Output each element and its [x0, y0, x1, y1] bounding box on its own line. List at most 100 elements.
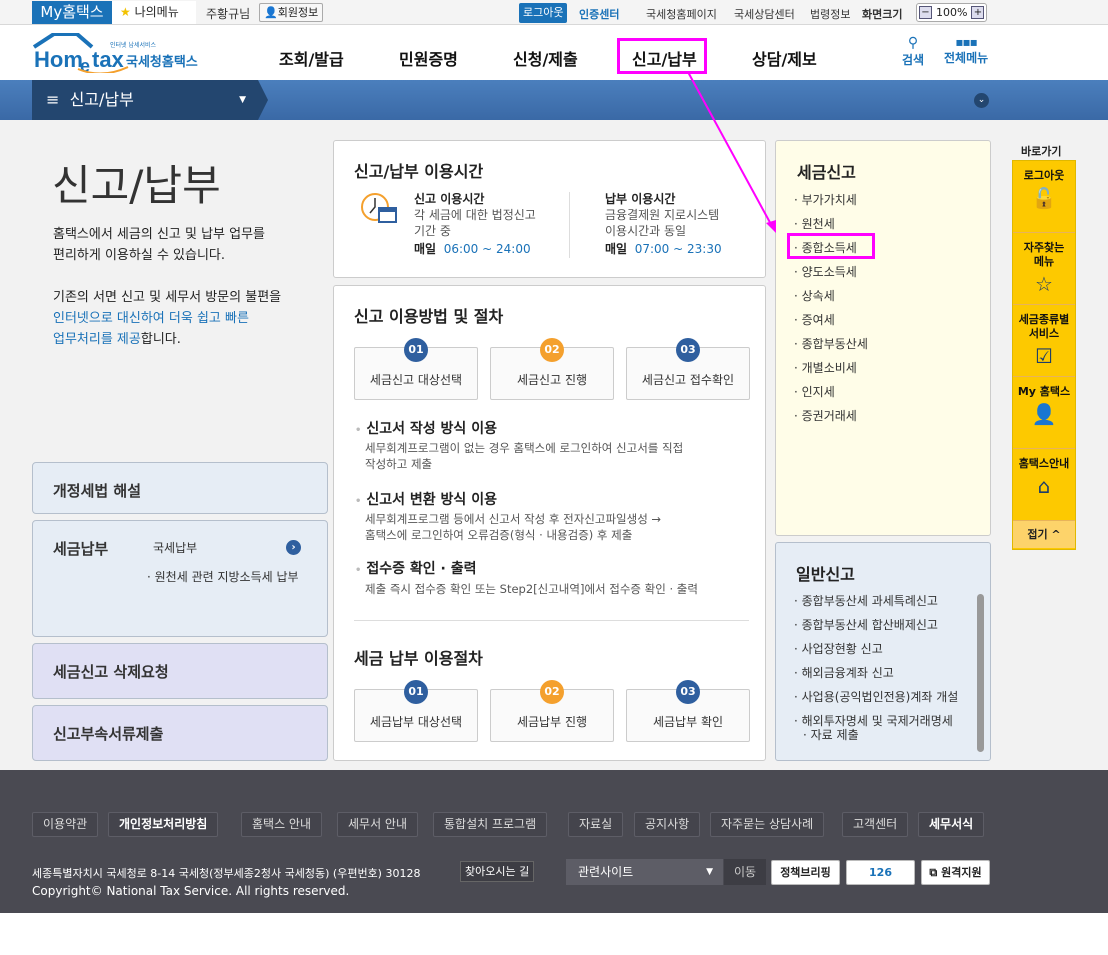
go-button[interactable]: 이동 [724, 859, 766, 885]
sub-nav-current: 신고/납부 [69, 90, 134, 109]
method-title: 접수증 확인 · 출력 [355, 558, 476, 578]
footer-link[interactable]: 개인정보처리방침 [108, 812, 219, 837]
general-report-panel: 일반신고 종합부동산세 과세특례신고 종합부동산세 합산배제신고 사업장현황 신… [775, 542, 991, 761]
divider [354, 620, 749, 621]
chevron-right-icon[interactable]: › [286, 540, 301, 555]
scrollbar[interactable] [977, 594, 984, 752]
related-sites-select[interactable]: 관련사이트 ▼ [566, 859, 723, 885]
tax-item-securities[interactable]: 증권거래세 [794, 407, 868, 431]
find-way-button[interactable]: 찾아오시는 길 [460, 861, 535, 882]
logo-subtitle: 국세청홈택스 [126, 55, 198, 70]
method-title: 신고서 변환 방식 이용 [355, 489, 497, 509]
quick-my-hometax[interactable]: My 홈택스 👤 [1013, 377, 1075, 449]
pay-step-2[interactable]: 02 세금납부 진행 [490, 680, 614, 742]
quick-title: 바로가기 [1021, 145, 1062, 158]
expand-chevron-icon[interactable]: ⌄ [974, 93, 989, 108]
nav-certificates[interactable]: 민원증명 [399, 46, 458, 70]
clock-calendar-icon [359, 191, 399, 229]
report-step-2[interactable]: 02 세금신고 진행 [490, 338, 614, 400]
report-time: 06:00 ~ 24:00 [443, 242, 531, 256]
zoom-control: − 100% + [916, 3, 988, 22]
footer-link[interactable]: 세무서식 [918, 812, 985, 837]
method-title: 신고서 작성 방식 이용 [355, 418, 497, 438]
cert-center-link[interactable]: 인증센터 [579, 6, 619, 22]
tax-item-gift[interactable]: 증여세 [794, 311, 868, 335]
nav-application[interactable]: 신청/제출 [513, 46, 578, 70]
pay-step-3[interactable]: 03 세금납부 확인 [626, 680, 750, 742]
highlight-box-nav [617, 38, 707, 74]
delete-report-request-box[interactable]: 세금신고 삭제요청 [32, 643, 328, 699]
footer-link[interactable]: 세무서 안내 [337, 812, 419, 837]
remote-support-button[interactable]: ⧉ 원격지원 [921, 860, 990, 885]
report-step-1[interactable]: 01 세금신고 대상선택 [354, 338, 478, 400]
page-description-1: 홈택스에서 세금의 신고 및 납부 업무를 편리하게 이용하실 수 있습니다. [53, 224, 265, 266]
general-item[interactable]: 종합부동산세 과세특례신고 [794, 592, 958, 616]
attachment-submit-box[interactable]: 신고부속서류제출 [32, 705, 328, 761]
footer-link[interactable]: 통합설치 프로그램 [433, 812, 548, 837]
quick-frequent-menu[interactable]: 자주찾는 메뉴 ☆ [1013, 233, 1075, 305]
member-info-label: 회원정보 [277, 6, 319, 19]
my-hometax-button[interactable]: My홈택스 [32, 1, 112, 24]
sub-nav-dropdown[interactable]: ≡ 신고/납부 ▼ [32, 80, 258, 120]
page-description-2: 기존의 서면 신고 및 세무서 방문의 불편을 인터넷으로 대신하여 더욱 쉽고 … [53, 287, 281, 350]
daily-label: 매일 [605, 242, 628, 256]
nav-inquiry[interactable]: 조회/발급 [279, 46, 344, 70]
address: 세종특별자치시 국세청로 8-14 국세청(정부세종2청사 국세청동) (우편번… [32, 867, 421, 880]
caret-down-icon: ▼ [706, 867, 713, 877]
tax-126-banner[interactable]: 126 [846, 860, 915, 885]
page-title: 신고/납부 [52, 161, 221, 210]
step-badge: 02 [540, 680, 564, 704]
national-tax-payment-link[interactable]: 국세납부 [153, 539, 197, 556]
nts-counsel-link[interactable]: 국세상담센터 [734, 6, 795, 22]
my-menu-button[interactable]: ★ 나의메뉴 [112, 1, 196, 24]
desc-line: 업무처리를 제공 [53, 332, 141, 347]
policy-briefing-banner[interactable]: 정책브리핑 [771, 860, 840, 885]
general-item[interactable]: 사업장현황 신고 [794, 640, 958, 664]
quick-logout[interactable]: 로그아웃 🔓 [1013, 161, 1075, 233]
member-info-button[interactable]: 👤회원정보 [259, 3, 324, 22]
general-item-continued[interactable]: 자료 제출 [794, 726, 958, 750]
tax-item-excise[interactable]: 개별소비세 [794, 359, 868, 383]
law-info-link[interactable]: 법령정보 [810, 6, 850, 22]
link-label: 국세납부 [153, 541, 198, 555]
general-item[interactable]: 해외투자명세 및 국제거래명세 [794, 712, 958, 728]
pay-step-1[interactable]: 01 세금납부 대상선택 [354, 680, 478, 742]
desc-line: 세무회계프로그램이 없는 경우 홈택스에 로그인하여 신고서를 직접 [365, 441, 684, 455]
footer-link[interactable]: 이용약관 [32, 812, 99, 837]
tax-item-stamp[interactable]: 인지세 [794, 383, 868, 407]
footer-link[interactable]: 자주묻는 상담사례 [710, 812, 825, 837]
usage-hours-title: 신고/납부 이용시간 [354, 162, 484, 181]
tax-item-vat[interactable]: 부가가치세 [794, 191, 868, 215]
logout-button[interactable]: 로그아웃 [519, 3, 568, 23]
general-item[interactable]: 해외금융계좌 신고 [794, 664, 958, 688]
quick-fold-button[interactable]: 접기 ^ [1013, 521, 1075, 548]
step-badge: 01 [404, 680, 428, 704]
quick-tax-type-service[interactable]: 세금종류별 서비스 ☑ [1013, 305, 1075, 377]
quick-hometax-guide[interactable]: 홈택스안내 ⌂ [1013, 449, 1075, 521]
zoom-out-button[interactable]: − [919, 6, 932, 19]
footer-link[interactable]: 자료실 [568, 812, 624, 837]
nts-homepage-link[interactable]: 국세청홈페이지 [646, 6, 717, 22]
svg-text:Hom: Hom [34, 47, 83, 72]
footer-link[interactable]: 홈택스 안내 [241, 812, 323, 837]
general-item[interactable]: 사업용(공익법인전용)계좌 개설 [794, 688, 959, 712]
all-menu-button[interactable]: ▪▪▪ 전체메뉴 [944, 35, 988, 66]
local-income-tax-payment-link[interactable]: · 원천세 관련 지방소득세 납부 [147, 568, 299, 585]
tax-item-transfer[interactable]: 양도소득세 [794, 263, 868, 287]
desc-line: 기존의 서면 신고 및 세무서 방문의 불편을 [53, 290, 282, 305]
revised-tax-law-box[interactable]: 개정세법 해설 [32, 462, 328, 514]
footer-link[interactable]: 공지사항 [634, 812, 701, 837]
search-button[interactable]: ⚲ 검색 [902, 35, 924, 68]
step-label: 세금납부 대상선택 [369, 715, 463, 729]
tax-item-property[interactable]: 종합부동산세 [794, 335, 868, 359]
quick-label: 홈택스안내 [1018, 457, 1070, 470]
general-item[interactable]: 종합부동산세 합산배제신고 [794, 616, 958, 640]
footer-link[interactable]: 고객센터 [842, 812, 909, 837]
zoom-in-button[interactable]: + [971, 6, 985, 19]
user-name: 주황규님 [206, 7, 251, 21]
pay-procedure-title: 세금 납부 이용절차 [354, 649, 483, 668]
pay-time: 07:00 ~ 23:30 [634, 242, 722, 256]
tax-item-inheritance[interactable]: 상속세 [794, 287, 868, 311]
nav-counsel[interactable]: 상담/제보 [752, 46, 817, 70]
report-step-3[interactable]: 03 세금신고 접수확인 [626, 338, 750, 400]
